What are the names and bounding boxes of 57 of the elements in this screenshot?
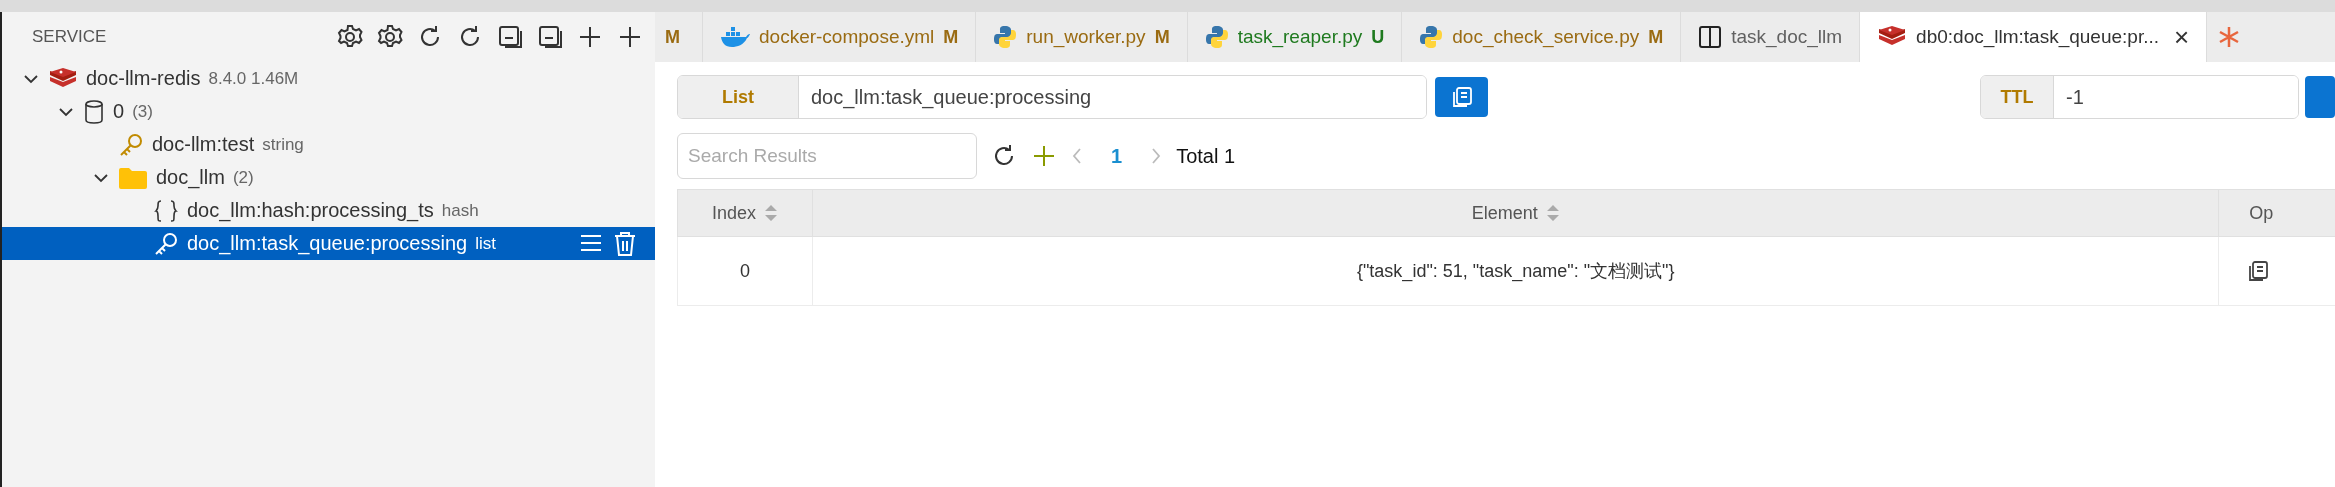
tree-item[interactable]: doc-llm:test string xyxy=(2,128,655,161)
sort-icon xyxy=(764,203,779,223)
plus-icon[interactable] xyxy=(577,24,603,50)
whale-icon xyxy=(720,26,750,48)
copy-button[interactable] xyxy=(1435,77,1488,117)
editor-tab[interactable]: docker-compose.yml M xyxy=(703,12,977,62)
python-icon xyxy=(1204,25,1229,49)
column-header[interactable]: Op xyxy=(2218,189,2335,237)
tree-item-label: doc-llm:test xyxy=(152,133,255,156)
braces-icon xyxy=(153,197,179,224)
sidebar-title: SERVICE xyxy=(32,27,108,47)
tree-item[interactable]: doc_llm:task_queue:processing list xyxy=(2,227,655,260)
sort-icon xyxy=(1545,203,1560,223)
search-field[interactable]: Search Results xyxy=(677,133,977,179)
table-cell: 0 xyxy=(677,236,813,306)
tree-item[interactable]: doc-llm-redis 8.4.0 1.46M xyxy=(2,62,655,95)
copy-icon xyxy=(1450,86,1473,108)
copy-icon[interactable] xyxy=(2247,260,2270,282)
tree-item-meta: hash xyxy=(441,200,479,221)
settings-icon[interactable] xyxy=(337,24,363,50)
tree-item-label: doc_llm:hash:processing_ts xyxy=(187,199,434,222)
editor-tab[interactable]: doc_check_service.py M xyxy=(1402,12,1682,62)
settings-icon[interactable] xyxy=(377,24,403,50)
tree-item-meta: (2) xyxy=(232,167,254,188)
key-icon xyxy=(153,230,179,257)
tree-item-label: 0 xyxy=(113,100,125,123)
tree-item-label: doc-llm-redis xyxy=(86,67,201,90)
python-icon xyxy=(1419,25,1444,49)
database-icon xyxy=(83,98,105,125)
asterisk-icon xyxy=(2219,25,2240,49)
editor-tab[interactable]: run_worker.py M xyxy=(976,12,1188,62)
column-header[interactable]: Element xyxy=(812,189,2219,237)
collapse-icon[interactable] xyxy=(537,24,563,50)
tree-item[interactable]: doc_llm (2) xyxy=(2,161,655,194)
tree-item-meta: 8.4.0 1.46M xyxy=(208,68,299,89)
folder-icon xyxy=(118,165,148,190)
table-cell: {"task_id": 51, "task_name": "文档测试"} xyxy=(812,236,2219,306)
tree-item-label: doc_llm xyxy=(156,166,225,189)
python-icon xyxy=(993,25,1018,49)
editor-tab[interactable]: db0:doc_llm:task_queue:pr... × xyxy=(1860,12,2208,62)
split-view-icon xyxy=(1698,25,1723,49)
editor-tab[interactable]: M xyxy=(655,12,703,62)
trash-icon[interactable] xyxy=(613,230,637,257)
close-icon[interactable]: × xyxy=(2174,21,2190,53)
tree-item-label: doc_llm:task_queue:processing xyxy=(187,232,468,255)
total-count: Total 1 xyxy=(1176,144,1236,168)
editor-tab[interactable]: task_reaper.py U xyxy=(1187,12,1403,62)
page-number[interactable]: 1 xyxy=(1111,144,1123,168)
tree-item-meta: (3) xyxy=(132,101,153,122)
tree-item-meta: string xyxy=(262,134,304,155)
tree-item[interactable]: doc_llm:hash:processing_ts hash xyxy=(2,194,655,227)
column-header[interactable]: Index xyxy=(677,189,813,237)
tree-item-meta: list xyxy=(475,233,496,254)
key-icon xyxy=(118,131,144,158)
tree-item[interactable]: 0 (3) xyxy=(2,95,655,128)
plus-icon[interactable] xyxy=(617,24,643,50)
collapse-icon[interactable] xyxy=(497,24,523,50)
